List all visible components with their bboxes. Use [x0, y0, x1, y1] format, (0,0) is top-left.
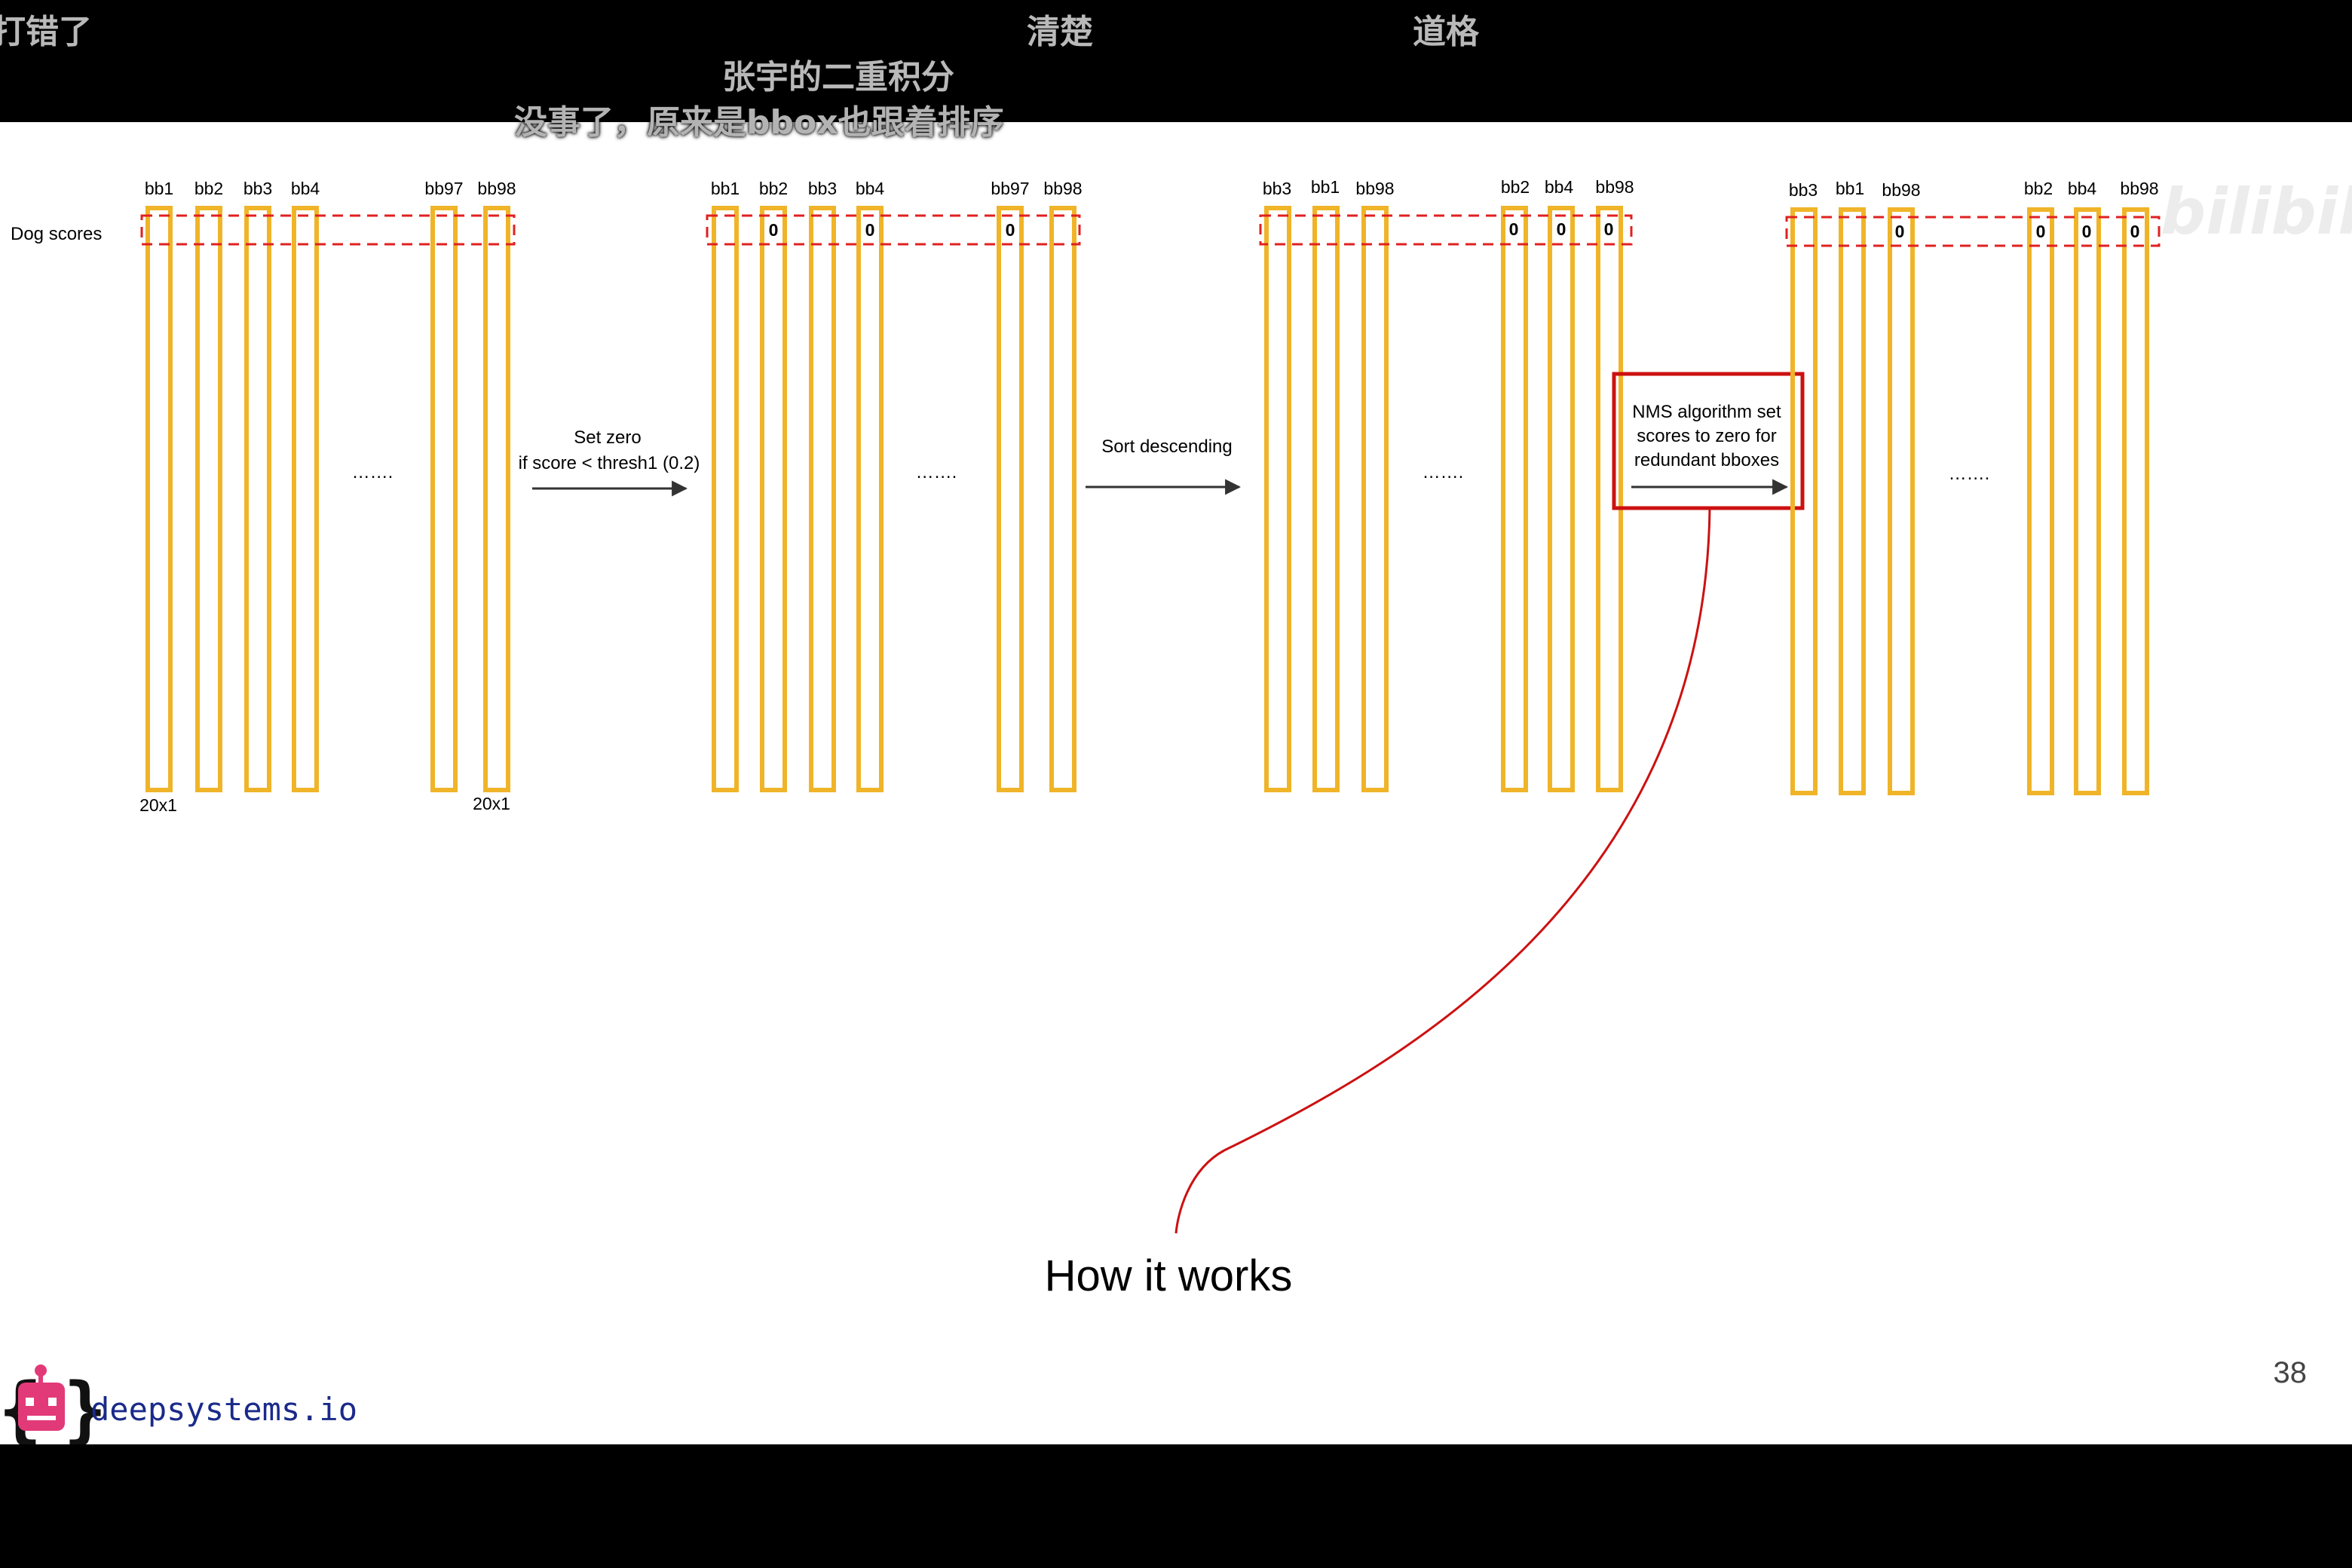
- step-label: Set zero: [574, 427, 641, 448]
- bbox-label: bb2: [194, 179, 223, 198]
- danmaku-comment: 打错了: [0, 13, 92, 51]
- step-label: if score < thresh1 (0.2): [519, 453, 700, 473]
- stage-4: bb3 bb1 bb98 bb2 bb4 bb98 0 0 0 0 ……. bi…: [1785, 175, 2352, 795]
- score-vector: [430, 206, 458, 792]
- zero-score: 0: [2036, 222, 2046, 241]
- score-vector: [1596, 206, 1623, 792]
- score-vector: [292, 206, 319, 792]
- step-label: redundant bboxes: [1634, 450, 1779, 470]
- zero-score: 0: [2130, 222, 2140, 241]
- bbox-label: bb4: [2068, 179, 2097, 198]
- zero-score: 0: [1895, 222, 1905, 241]
- zero-score: 0: [1557, 219, 1566, 239]
- score-vector: [195, 206, 222, 792]
- bbox-label: bb98: [1882, 180, 1920, 200]
- score-vector: [2074, 207, 2101, 795]
- score-vector: [1049, 206, 1076, 792]
- stage-3: bb3 bb1 bb98 bb2 bb4 bb98 0 0 0 …….: [1259, 177, 1634, 792]
- bilibili-watermark: bilibili: [2161, 175, 2352, 249]
- bbox-label: bb98: [477, 179, 516, 198]
- score-vector: [997, 206, 1024, 792]
- zero-score: 0: [1604, 219, 1614, 239]
- bbox-label: bb97: [991, 179, 1029, 198]
- dimension-label: 20x1: [473, 794, 510, 813]
- zero-score: 0: [2082, 222, 2092, 241]
- score-vector: [2027, 207, 2054, 795]
- bbox-label: bb1: [145, 179, 173, 198]
- danmaku-comment: 道格: [1413, 13, 1479, 51]
- danmaku-comment: 清楚: [1027, 13, 1093, 51]
- bbox-label: bb3: [1789, 180, 1818, 200]
- score-vector: [856, 206, 884, 792]
- logo-text: deepsystems.io: [90, 1391, 357, 1428]
- bbox-label: bb2: [2024, 179, 2053, 198]
- bbox-label: bb1: [1311, 177, 1340, 197]
- danmaku-comment: 没事了，原来是bbox也跟着排序: [514, 103, 1004, 142]
- score-vector: [1548, 206, 1575, 792]
- danmaku-comment: 张宇的二重积分: [722, 58, 954, 96]
- bbox-label: bb1: [1836, 179, 1864, 198]
- nms-diagram: Dog scores bb1 bb2 bb3 bb4 bb97 bb98 …….…: [0, 175, 2352, 1444]
- bbox-label: bb4: [291, 179, 320, 198]
- bbox-label: bb4: [856, 179, 885, 198]
- bbox-label: bb98: [1043, 179, 1082, 198]
- video-frame: 打错了 清楚 道格 张宇的二重积分 Dog scores bb1 bb2 bb3…: [0, 0, 2352, 1568]
- deepsystems-logo: { } deepsystems.io: [0, 1364, 357, 1444]
- zero-score: 0: [865, 220, 875, 240]
- score-vector: [1888, 207, 1915, 795]
- zero-score: 0: [769, 220, 779, 240]
- bbox-label: bb3: [243, 179, 272, 198]
- slide: Dog scores bb1 bb2 bb3 bb4 bb97 bb98 …….…: [0, 122, 2352, 1444]
- ellipsis: …….: [1949, 464, 1990, 484]
- bbox-label: bb98: [1355, 179, 1394, 198]
- step-label: Sort descending: [1101, 436, 1232, 457]
- step-label: NMS algorithm set: [1632, 402, 1781, 422]
- zero-score: 0: [1006, 220, 1015, 240]
- score-vector: [1839, 207, 1866, 795]
- score-vector: [1312, 206, 1340, 792]
- step-nms: NMS algorithm set scores to zero for red…: [1174, 372, 1805, 1234]
- ellipsis: …….: [352, 462, 394, 482]
- callout-text: How it works: [1045, 1251, 1293, 1300]
- score-vector: [145, 206, 173, 792]
- score-vector: [809, 206, 836, 792]
- bbox-label: bb3: [808, 179, 837, 198]
- stage-1: bb1 bb2 bb3 bb4 bb97 bb98 ……. 20x1 20x1: [139, 179, 516, 815]
- score-vector: [2122, 207, 2149, 795]
- step-label: scores to zero for: [1637, 426, 1776, 446]
- score-vector: [712, 206, 739, 792]
- score-vector: [483, 206, 510, 792]
- stage-2: bb1 bb2 bb3 bb4 bb97 bb98 0 0 0 …….: [706, 179, 1083, 792]
- ellipsis: …….: [916, 462, 957, 482]
- bbox-label: bb2: [759, 179, 788, 198]
- bbox-label: bb2: [1501, 177, 1530, 197]
- score-vector: [1501, 206, 1528, 792]
- ellipsis: …….: [1423, 462, 1464, 482]
- bbox-label: bb98: [1595, 177, 1634, 197]
- score-vector: [760, 206, 787, 792]
- score-vector: [1361, 206, 1389, 792]
- step-set-zero: Set zero if score < thresh1 (0.2): [519, 427, 700, 497]
- step-sort: Sort descending: [1086, 436, 1242, 495]
- bbox-label: bb98: [2120, 179, 2158, 198]
- score-vector: [244, 206, 271, 792]
- callout-connector: [1174, 507, 1711, 1234]
- score-vector: [1264, 206, 1291, 792]
- page-number: 38: [2274, 1356, 2308, 1389]
- dimension-label: 20x1: [139, 795, 177, 815]
- bbox-label: bb1: [711, 179, 740, 198]
- zero-score: 0: [1509, 219, 1519, 239]
- bbox-label: bb4: [1545, 177, 1574, 197]
- bbox-label: bb3: [1263, 179, 1291, 198]
- row-label: Dog scores: [11, 224, 102, 244]
- bbox-label: bb97: [424, 179, 463, 198]
